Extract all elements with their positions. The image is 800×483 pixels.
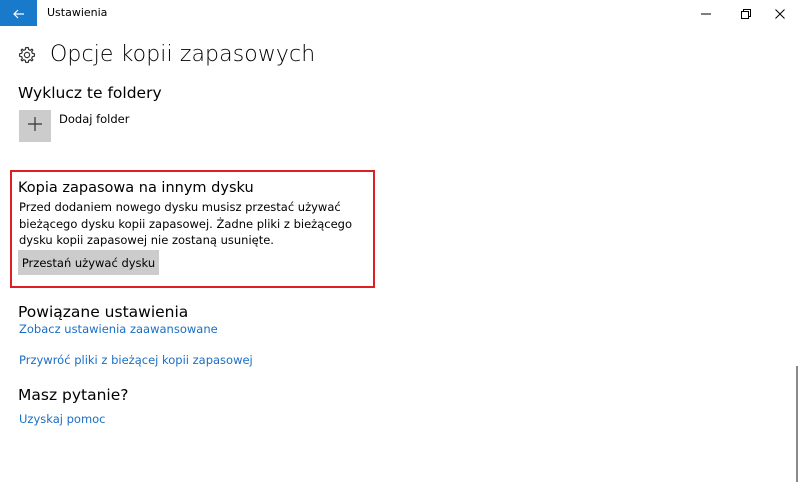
back-arrow-icon (12, 4, 25, 23)
close-button[interactable] (762, 0, 798, 26)
title-bar: Ustawienia (0, 0, 800, 26)
close-icon (775, 4, 785, 23)
window-title: Ustawienia (47, 6, 108, 19)
minimize-button[interactable] (688, 0, 724, 26)
restore-icon (741, 4, 751, 23)
vertical-scrollbar[interactable] (796, 366, 798, 482)
add-folder-button[interactable]: Dodaj folder (19, 110, 129, 142)
stop-using-drive-button[interactable]: Przestań używać dysku (18, 250, 159, 275)
add-folder-tile[interactable] (19, 110, 51, 142)
advanced-settings-link[interactable]: Zobacz ustawienia zaawansowane (19, 322, 218, 336)
gear-icon (18, 46, 36, 64)
other-drive-heading: Kopia zapasowa na innym dysku (18, 180, 254, 196)
page-title: Opcje kopii zapasowych (50, 42, 316, 67)
plus-icon (27, 116, 43, 136)
related-settings-heading: Powiązane ustawienia (18, 303, 189, 321)
other-drive-description: Przed dodaniem nowego dysku musisz przes… (19, 200, 352, 247)
page-header: Opcje kopii zapasowych (18, 42, 315, 67)
restore-files-link[interactable]: Przywróć pliki z bieżącej kopii zapasowe… (19, 353, 253, 367)
exclude-folders-heading: Wyklucz te foldery (18, 84, 162, 102)
back-button[interactable] (0, 0, 37, 26)
settings-window: Ustawienia Opcje kopii zapasowych Wykluc… (0, 0, 800, 483)
minimize-icon (701, 4, 711, 23)
get-help-link[interactable]: Uzyskaj pomoc (19, 412, 106, 426)
restore-button[interactable] (728, 0, 764, 26)
help-heading: Masz pytanie? (18, 386, 129, 404)
add-folder-label: Dodaj folder (59, 112, 130, 126)
